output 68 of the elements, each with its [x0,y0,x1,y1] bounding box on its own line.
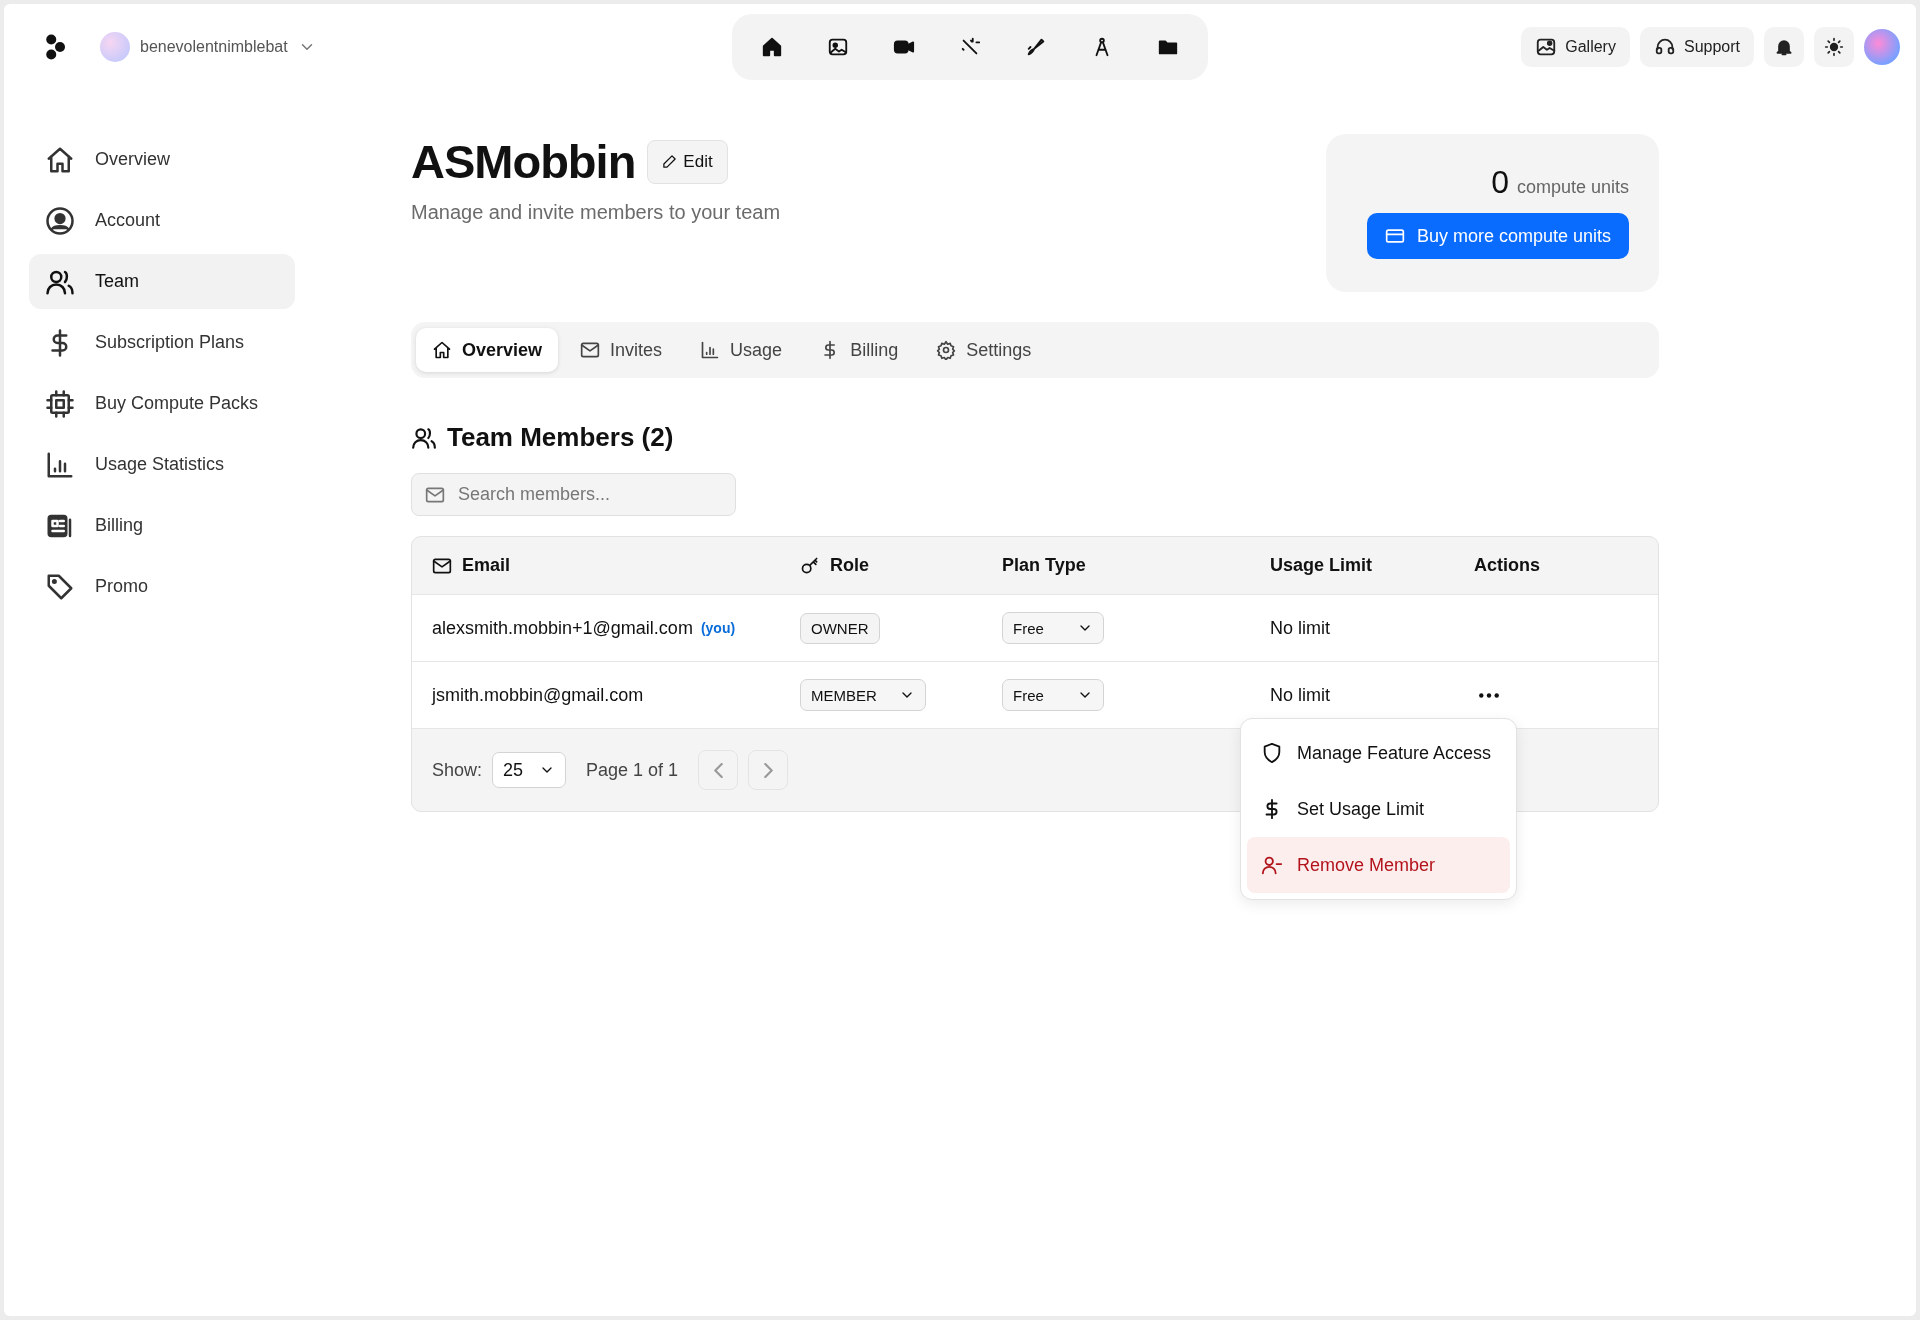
chevron-right-icon [763,762,773,778]
column-header: Role [830,555,869,576]
bell-icon [1774,37,1794,57]
theme-toggle-button[interactable] [1814,27,1854,67]
page-indicator: Page 1 of 1 [586,759,679,781]
home-icon [432,340,452,360]
sun-icon [1824,37,1844,57]
plan-select[interactable]: Free [1002,679,1104,711]
pencil-icon [662,154,678,169]
sidebar-item[interactable]: Team [29,254,295,309]
bar-chart-icon [700,340,721,360]
chip-icon [45,388,75,419]
edit-button[interactable]: Edit [647,139,728,184]
topbar-button[interactable]: Gallery [1521,27,1630,67]
user-avatar[interactable] [1864,29,1900,65]
gallery-icon [1535,36,1558,58]
chevron-left-icon [713,762,723,778]
key-icon [800,555,820,576]
notifications-button[interactable] [1764,27,1804,67]
workspace-switcher[interactable]: benevolentnimblebat [100,32,316,62]
column-header: Email [462,555,511,576]
page-size-select[interactable]: 25 [492,752,567,788]
sidebar-item[interactable]: Promo [29,559,295,614]
role-select[interactable]: MEMBER [800,679,926,711]
section-heading: Team Members (2) [447,422,674,453]
sidebar-item[interactable]: Subscription Plans [29,315,295,370]
home-icon [761,36,783,58]
compute-amount: 0 [1491,164,1509,201]
sidebar-item[interactable]: Usage Statistics [29,437,295,492]
member-email: alexsmith.mobbin+1@gmail.com [432,617,693,639]
user-minus-icon [1261,854,1283,876]
shield-icon [1261,742,1283,764]
tab[interactable]: Overview [416,328,559,372]
column-header: Usage Limit [1270,555,1374,576]
tab[interactable]: Settings [920,328,1048,372]
plan-select[interactable]: Free [1002,612,1104,644]
role-badge: OWNER [800,612,880,644]
column-header: Plan Type [1002,555,1087,576]
tab[interactable]: Usage [684,328,799,372]
search-field[interactable]: Search members... [411,473,736,516]
workspace-avatar [100,32,130,62]
page-subtitle: Manage and invite members to your team [411,201,781,224]
sidebar-item[interactable]: Billing [29,498,295,553]
image-icon [827,36,849,58]
menu-item[interactable]: Manage Feature Access [1247,725,1510,781]
buy-compute-button[interactable]: Buy more compute units [1366,213,1629,259]
menu-item[interactable]: Set Usage Limit [1247,781,1510,837]
menu-item[interactable]: Remove Member [1247,837,1510,893]
settings-icon [936,340,957,360]
user-circle-icon [45,205,75,236]
team-title: ASMobbin [411,134,636,189]
ellipsis-icon [1478,691,1500,699]
sidebar-item[interactable]: Account [29,193,295,248]
topbar-button[interactable]: Support [1639,27,1754,67]
tab[interactable]: Billing [804,328,915,372]
usage-limit: No limit [1270,617,1330,639]
you-tag: (you) [700,620,736,636]
page-size-label: Show: [432,759,483,781]
member-email: jsmith.mobbin@gmail.com [432,684,644,706]
mail-icon [580,340,601,360]
pen-icon [1025,36,1047,58]
compute-unit-label: compute units [1516,177,1629,198]
sidebar-item[interactable]: Overview [29,132,295,187]
tab[interactable]: Invites [564,328,679,372]
credit-card-icon [1384,226,1405,246]
column-header: Actions [1474,555,1541,576]
sidebar-item[interactable]: Buy Compute Packs [29,376,295,431]
usage-limit: No limit [1270,684,1330,706]
